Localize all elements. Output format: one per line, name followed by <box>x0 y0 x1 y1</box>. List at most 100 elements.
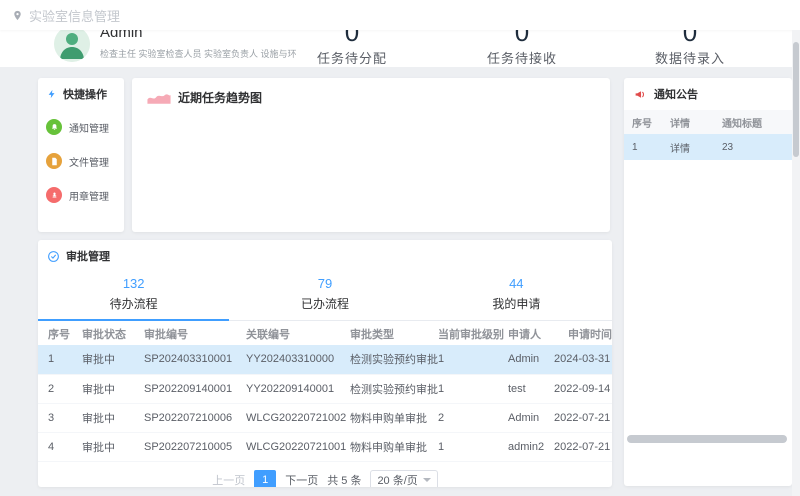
notice-header: 通知公告 <box>624 78 792 110</box>
chevron-down-icon <box>423 478 431 482</box>
stat-label: 任务待分配 <box>282 48 422 67</box>
col-index: 序号 <box>38 323 72 345</box>
stat-label: 数据待录入 <box>620 48 760 67</box>
page-size-value: 20 条/页 <box>377 472 417 488</box>
megaphone-icon <box>633 88 648 101</box>
cell-level: 2 <box>428 403 498 432</box>
approval-tabs: 132 待办流程 79 已办流程 44 我的申请 <box>38 273 612 321</box>
cell-applicant: admin2 <box>498 432 552 461</box>
next-page-button[interactable]: 下一页 <box>285 472 318 488</box>
trend-chart-panel: 近期任务趋势图 <box>132 78 610 232</box>
quick-action-notice-management[interactable]: 通知管理 <box>38 110 124 144</box>
approval-table: 序号 审批状态 审批编号 关联编号 审批类型 当前审批级别 申请人 申请时间 1… <box>38 323 612 462</box>
location-pin-icon <box>12 10 23 21</box>
related-no-link[interactable]: WLCG20220721002 <box>236 403 340 432</box>
tab-label: 我的申请 <box>421 295 612 312</box>
quick-action-file-management[interactable]: 文件管理 <box>38 144 124 178</box>
approval-panel: 审批管理 132 待办流程 79 已办流程 44 我的申请 序号 审批状态 审批… <box>38 240 612 487</box>
table-row[interactable]: 4 审批中 SP202207210005 WLCG20220721001 物料申… <box>38 432 612 461</box>
cell-applicant: Admin <box>498 403 552 432</box>
cell-status: 审批中 <box>72 374 134 403</box>
col-level: 当前审批级别 <box>428 323 498 345</box>
prev-page-button[interactable]: 上一页 <box>212 472 245 488</box>
trend-chart-title: 近期任务趋势图 <box>178 89 262 106</box>
stamp-icon <box>46 187 62 203</box>
cell-level: 1 <box>428 374 498 403</box>
cell-date: 2024-03-31 <box>552 345 612 374</box>
vertical-scrollbar-track[interactable] <box>792 30 800 496</box>
cell-approval-no: SP202403310001 <box>134 345 236 374</box>
tab-pending-flows[interactable]: 132 待办流程 <box>38 273 229 320</box>
quick-action-label: 通知管理 <box>69 120 109 135</box>
tab-count: 132 <box>38 276 229 291</box>
notice-col-title: 通知标题 <box>714 110 792 134</box>
cell-applicant: test <box>498 374 552 403</box>
table-row[interactable]: 2 审批中 SP202209140001 YY202209140001 检测实验… <box>38 374 612 403</box>
notice-horizontal-scrollbar[interactable] <box>627 435 787 443</box>
approval-badge-icon <box>47 250 60 263</box>
table-row[interactable]: 3 审批中 SP202207210006 WLCG20220721002 物料申… <box>38 403 612 432</box>
cell-approval-no: SP202207210006 <box>134 403 236 432</box>
cell-status: 审批中 <box>72 432 134 461</box>
cell-status: 审批中 <box>72 345 134 374</box>
tab-count: 79 <box>229 276 420 291</box>
notice-cell-index: 1 <box>624 134 662 160</box>
notice-row[interactable]: 1 详情 23 <box>624 134 792 160</box>
col-related-no: 关联编号 <box>236 323 340 345</box>
notice-title: 通知公告 <box>654 86 698 102</box>
area-chart-icon <box>146 90 172 106</box>
notice-detail-link[interactable]: 详情 <box>662 134 714 160</box>
app-title: 实验室信息管理 <box>29 6 120 25</box>
cell-index: 2 <box>38 374 72 403</box>
cell-approval-no: SP202207210005 <box>134 432 236 461</box>
approval-header: 审批管理 <box>38 240 612 272</box>
quick-actions-title: 快捷操作 <box>63 86 107 102</box>
related-no-link[interactable]: YY202403310000 <box>236 345 340 374</box>
notice-cell-title: 23 <box>714 134 792 160</box>
tab-label: 已办流程 <box>229 295 420 312</box>
trend-chart-header: 近期任务趋势图 <box>132 78 610 117</box>
col-applicant: 申请人 <box>498 323 552 345</box>
col-date: 申请时间 <box>552 323 612 345</box>
cell-date: 2022-07-21 <box>552 403 612 432</box>
stat-label: 任务待接收 <box>452 48 592 67</box>
vertical-scrollbar-thumb[interactable] <box>793 42 799 157</box>
notice-panel: 通知公告 序号 详情 通知标题 1 详情 23 <box>624 78 792 486</box>
approval-title: 审批管理 <box>66 248 110 264</box>
col-type: 审批类型 <box>340 323 428 345</box>
tab-my-applications[interactable]: 44 我的申请 <box>421 273 612 320</box>
related-no-link[interactable]: WLCG20220721001 <box>236 432 340 461</box>
page-number-button[interactable]: 1 <box>254 470 276 488</box>
avatar-person-icon <box>54 26 90 62</box>
table-row[interactable]: 1 审批中 SP202403310001 YY202403310000 检测实验… <box>38 345 612 374</box>
cell-type: 检测实验预约审批 <box>340 345 428 374</box>
related-no-link[interactable]: YY202209140001 <box>236 374 340 403</box>
approval-table-header: 序号 审批状态 审批编号 关联编号 审批类型 当前审批级别 申请人 申请时间 <box>38 323 612 345</box>
trend-chart-canvas <box>132 117 610 227</box>
topbar: 实验室信息管理 <box>0 0 800 30</box>
cell-status: 审批中 <box>72 403 134 432</box>
notice-table-header: 序号 详情 通知标题 <box>624 110 792 134</box>
avatar <box>54 26 90 62</box>
cell-index: 4 <box>38 432 72 461</box>
cell-applicant: Admin <box>498 345 552 374</box>
bell-icon <box>46 119 62 135</box>
cell-type: 检测实验预约审批 <box>340 374 428 403</box>
total-count-label: 共 5 条 <box>327 472 361 488</box>
quick-action-seal-management[interactable]: 用章管理 <box>38 178 124 212</box>
page-size-select[interactable]: 20 条/页 <box>370 470 437 488</box>
cell-type: 物料申购单审批 <box>340 432 428 461</box>
cell-level: 1 <box>428 432 498 461</box>
quick-actions-panel: 快捷操作 通知管理 文件管理 用章管理 <box>38 78 124 232</box>
tab-label: 待办流程 <box>38 295 229 312</box>
lightning-icon <box>47 88 57 100</box>
notice-col-index: 序号 <box>624 110 662 134</box>
cell-date: 2022-09-14 <box>552 374 612 403</box>
tab-done-flows[interactable]: 79 已办流程 <box>229 273 420 320</box>
quick-action-label: 文件管理 <box>69 154 109 169</box>
tab-count: 44 <box>421 276 612 291</box>
quick-action-label: 用章管理 <box>69 188 109 203</box>
quick-actions-header: 快捷操作 <box>38 78 124 110</box>
col-approval-no: 审批编号 <box>134 323 236 345</box>
cell-level: 1 <box>428 345 498 374</box>
